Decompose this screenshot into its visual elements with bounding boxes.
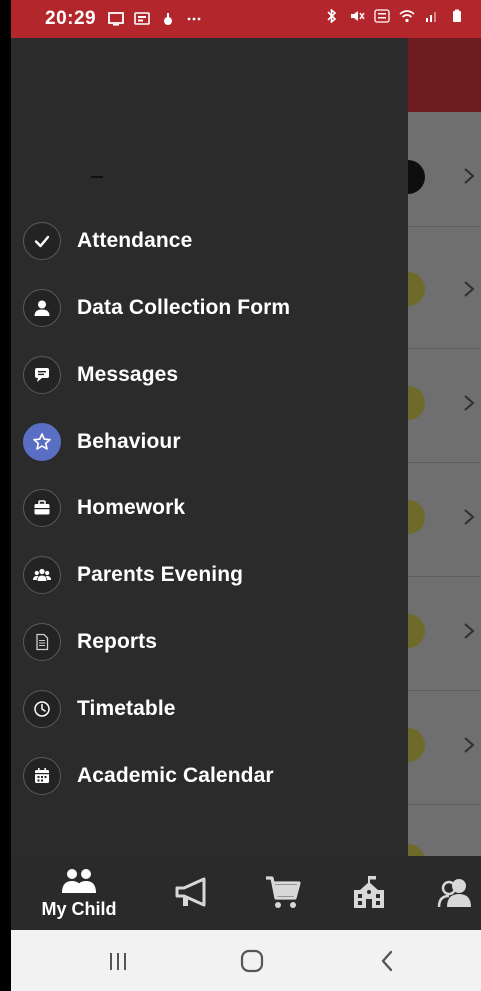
- mute-icon: [349, 9, 365, 23]
- briefcase-icon: [23, 489, 61, 527]
- menu-item-timetable[interactable]: Timetable: [23, 687, 393, 731]
- chevron-right-icon: [463, 280, 475, 298]
- menu-item-label: Academic Calendar: [77, 764, 274, 787]
- nav-tab-announcements[interactable]: [171, 856, 215, 930]
- menu-item-behaviour[interactable]: Behaviour: [23, 420, 393, 464]
- nav-tab-contacts[interactable]: [435, 856, 475, 930]
- status-icons-right: [324, 9, 465, 23]
- chevron-right-icon: [463, 394, 475, 412]
- back-icon[interactable]: [375, 948, 401, 974]
- menu-item-label: Behaviour: [77, 430, 181, 453]
- menu-item-label: Reports: [77, 630, 158, 653]
- people-icon: [437, 877, 473, 909]
- menu-item-homework[interactable]: Homework: [23, 486, 393, 530]
- home-icon[interactable]: [239, 948, 265, 974]
- calendar-icon: [23, 757, 61, 795]
- menu-item-label: Attendance: [77, 229, 193, 252]
- chevron-right-icon: [463, 622, 475, 640]
- chevron-right-icon: [463, 508, 475, 526]
- chevron-right-icon: [463, 736, 475, 754]
- battery-icon: [449, 9, 465, 23]
- clock-icon: [23, 690, 61, 728]
- menu-item-reports[interactable]: Reports: [23, 620, 393, 664]
- notification-icon: [134, 12, 150, 26]
- menu-item-data-collection-form[interactable]: Data Collection Form: [23, 286, 393, 330]
- nav-tab-my-child[interactable]: My Child: [29, 856, 129, 930]
- volte-icon: [374, 9, 390, 23]
- menu-item-academic-calendar[interactable]: Academic Calendar: [23, 754, 393, 798]
- navigation-drawer: Attendance Data Collection Form Messages…: [11, 38, 408, 856]
- recent-apps-icon[interactable]: [105, 948, 131, 974]
- nav-tab-label: My Child: [41, 898, 117, 919]
- chevron-right-icon: [463, 167, 475, 185]
- cast-icon: [108, 12, 125, 26]
- status-time: 20:29: [45, 8, 97, 29]
- nav-tab-shop[interactable]: [261, 856, 305, 930]
- school-icon: [351, 876, 387, 910]
- chat-icon: [23, 356, 61, 394]
- system-navigation-bar: [11, 930, 481, 991]
- child-icon: [59, 867, 99, 895]
- person-icon: [23, 289, 61, 327]
- menu-item-label: Parents Evening: [77, 563, 244, 586]
- document-icon: [23, 623, 61, 661]
- group-icon: [23, 556, 61, 594]
- signal-icon: [424, 9, 440, 23]
- star-icon: [23, 423, 61, 461]
- menu-item-attendance[interactable]: Attendance: [23, 219, 393, 263]
- wifi-icon: [399, 9, 415, 23]
- cart-icon: [264, 875, 302, 911]
- menu-item-label: Messages: [77, 363, 179, 386]
- bluetooth-icon: [324, 9, 340, 23]
- check-icon: [23, 222, 61, 260]
- menu-item-label: Data Collection Form: [77, 296, 291, 319]
- drawer-header-placeholder: [91, 176, 103, 178]
- more-dots-icon: [186, 12, 202, 26]
- menu-item-messages[interactable]: Messages: [23, 353, 393, 397]
- megaphone-icon: [174, 876, 212, 910]
- nav-tab-school[interactable]: [347, 856, 391, 930]
- app-screen: 20:29 Attendance Data Collection Form Me…: [11, 0, 481, 991]
- bottom-navigation: My Child: [11, 856, 481, 930]
- menu-item-label: Homework: [77, 496, 186, 519]
- menu-item-label: Timetable: [77, 697, 176, 720]
- status-icons-left: [108, 12, 202, 26]
- menu-item-parents-evening[interactable]: Parents Evening: [23, 553, 393, 597]
- status-bar: 20:29: [11, 0, 481, 38]
- app-icon: [160, 12, 176, 26]
